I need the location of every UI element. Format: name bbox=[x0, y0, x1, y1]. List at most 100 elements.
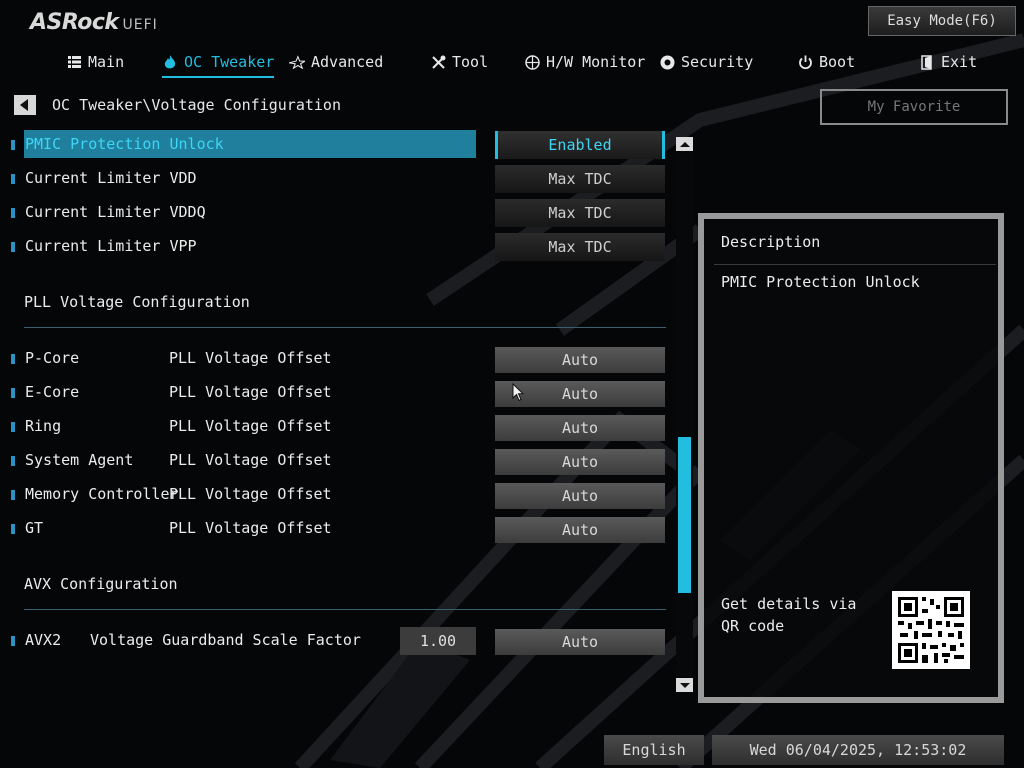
arrow-up-icon bbox=[679, 141, 690, 147]
back-button[interactable] bbox=[14, 95, 36, 115]
monitor-icon bbox=[524, 54, 540, 70]
row-bullet bbox=[11, 354, 15, 364]
setting-value-dropdown[interactable]: Auto bbox=[495, 415, 665, 441]
language-button[interactable]: English bbox=[604, 735, 704, 765]
qr-code-icon bbox=[892, 591, 970, 669]
description-title: Description bbox=[721, 233, 821, 251]
setting-label: Current Limiter VDDQ bbox=[25, 203, 206, 221]
tab-advanced[interactable]: Advanced bbox=[289, 48, 383, 76]
setting-label: Ring bbox=[25, 417, 62, 435]
setting-value-dropdown[interactable]: Auto bbox=[495, 347, 665, 373]
tools-icon bbox=[430, 54, 446, 70]
setting-label: GT bbox=[25, 519, 44, 537]
setting-sublabel: Voltage Guardband Scale Factor bbox=[90, 631, 361, 649]
scroll-down-button[interactable] bbox=[676, 678, 693, 692]
setting-sublabel: PLL Voltage Offset bbox=[169, 383, 332, 401]
setting-row-p-core-pll[interactable]: P-Core PLL Voltage Offset Auto bbox=[0, 345, 680, 373]
setting-value-dropdown[interactable]: Max TDC bbox=[495, 199, 665, 227]
tab-oc-tweaker[interactable]: OC Tweaker bbox=[162, 48, 275, 78]
setting-row-system-agent-pll[interactable]: System Agent PLL Voltage Offset Auto bbox=[0, 447, 680, 475]
date-time-display: Wed 06/04/2025, 12:53:02 bbox=[712, 735, 1004, 765]
description-panel: Description PMIC Protection Unlock Get d… bbox=[698, 213, 1004, 703]
flame-icon bbox=[162, 54, 178, 70]
setting-row-ring-pll[interactable]: Ring PLL Voltage Offset Auto bbox=[0, 413, 680, 441]
my-favorite-button[interactable]: My Favorite bbox=[820, 89, 1008, 125]
brand-suffix: UEFI bbox=[122, 17, 158, 33]
tab-tool[interactable]: Tool bbox=[430, 48, 488, 76]
tab-label: Security bbox=[681, 53, 754, 71]
setting-value-dropdown[interactable]: Max TDC bbox=[495, 233, 665, 261]
row-bullet bbox=[11, 456, 15, 466]
tab-exit[interactable]: Exit bbox=[919, 48, 977, 76]
tab-main[interactable]: Main bbox=[66, 48, 124, 76]
tab-boot[interactable]: Boot bbox=[797, 48, 855, 76]
setting-value-dropdown[interactable]: Max TDC bbox=[495, 165, 665, 193]
row-bullet bbox=[11, 422, 15, 432]
tab-label: Advanced bbox=[311, 53, 384, 71]
setting-label: Current Limiter VPP bbox=[25, 237, 197, 255]
setting-label: P-Core bbox=[25, 349, 80, 367]
setting-value-dropdown[interactable]: Auto bbox=[495, 483, 665, 509]
tab-label: H/W Monitor bbox=[546, 53, 646, 71]
description-text: PMIC Protection Unlock bbox=[721, 273, 920, 291]
setting-row-memory-controller-pll[interactable]: Memory Controller PLL Voltage Offset Aut… bbox=[0, 481, 680, 509]
tab-label: Exit bbox=[941, 53, 978, 71]
power-icon bbox=[797, 54, 813, 70]
setting-label: Memory Controller bbox=[25, 485, 179, 503]
setting-value-dropdown[interactable]: Auto bbox=[495, 517, 665, 543]
setting-sublabel: PLL Voltage Offset bbox=[169, 519, 332, 537]
section-heading-avx: AVX Configuration bbox=[24, 575, 178, 593]
setting-sublabel: PLL Voltage Offset bbox=[169, 417, 332, 435]
setting-row-gt-pll[interactable]: GT PLL Voltage Offset Auto bbox=[0, 515, 680, 543]
tab-label: Main bbox=[88, 53, 125, 71]
setting-row-current-limiter-vddq[interactable]: Current Limiter VDDQ Max TDC bbox=[0, 199, 680, 227]
section-heading-pll: PLL Voltage Configuration bbox=[24, 293, 250, 311]
setting-row-e-core-pll[interactable]: E-Core PLL Voltage Offset Auto bbox=[0, 379, 680, 407]
tab-label: Boot bbox=[819, 53, 856, 71]
tab-label: OC Tweaker bbox=[184, 53, 275, 71]
setting-label: E-Core bbox=[25, 383, 80, 401]
breadcrumb: OC Tweaker\Voltage Configuration bbox=[52, 96, 341, 114]
setting-row-current-limiter-vdd[interactable]: Current Limiter VDD Max TDC bbox=[0, 165, 680, 193]
setting-label: AVX2 bbox=[25, 631, 62, 649]
row-bullet bbox=[11, 636, 15, 646]
scroll-up-button[interactable] bbox=[676, 137, 693, 151]
row-bullet bbox=[11, 490, 15, 500]
brand-text: ASRock bbox=[30, 10, 119, 35]
section-divider bbox=[24, 609, 666, 610]
setting-sublabel: PLL Voltage Offset bbox=[169, 349, 332, 367]
tab-hw-monitor[interactable]: H/W Monitor bbox=[524, 48, 645, 76]
setting-label: System Agent bbox=[25, 451, 134, 469]
row-bullet bbox=[11, 140, 15, 150]
tab-label: Tool bbox=[452, 53, 489, 71]
scrollbar-track[interactable] bbox=[676, 153, 693, 676]
setting-row-current-limiter-vpp[interactable]: Current Limiter VPP Max TDC bbox=[0, 233, 680, 261]
setting-value-dropdown[interactable]: Enabled bbox=[495, 131, 665, 159]
setting-value-dropdown[interactable]: Auto bbox=[495, 629, 665, 655]
main-nav: Main OC Tweaker Advanced Tool H/W Monito… bbox=[0, 48, 1024, 78]
back-arrow-icon bbox=[20, 99, 28, 111]
star-icon bbox=[289, 54, 305, 70]
scale-factor-input[interactable]: 1.00 bbox=[400, 627, 476, 655]
mouse-cursor-icon bbox=[512, 383, 524, 402]
tab-security[interactable]: Security bbox=[659, 48, 753, 76]
row-bullet bbox=[11, 208, 15, 218]
description-divider bbox=[714, 264, 996, 265]
row-bullet bbox=[11, 524, 15, 534]
qr-caption: Get details via QR code bbox=[721, 595, 857, 635]
row-bullet bbox=[11, 242, 15, 252]
row-bullet bbox=[11, 388, 15, 398]
exit-icon bbox=[919, 54, 935, 70]
active-tab-indicator bbox=[162, 76, 275, 78]
scrollbar-thumb[interactable] bbox=[678, 437, 691, 593]
list-icon bbox=[66, 54, 82, 70]
asrock-logo: ASRock UEFI bbox=[30, 10, 158, 36]
setting-label: PMIC Protection Unlock bbox=[25, 135, 224, 153]
setting-label: Current Limiter VDD bbox=[25, 169, 197, 187]
setting-value-dropdown[interactable]: Auto bbox=[495, 449, 665, 475]
setting-row-pmic-protection-unlock[interactable]: PMIC Protection Unlock Enabled bbox=[0, 130, 680, 159]
shield-icon bbox=[659, 54, 675, 70]
easy-mode-button[interactable]: Easy Mode(F6) bbox=[868, 6, 1016, 36]
section-divider bbox=[24, 327, 666, 328]
setting-row-avx2-guardband[interactable]: AVX2 Voltage Guardband Scale Factor 1.00… bbox=[0, 627, 680, 655]
